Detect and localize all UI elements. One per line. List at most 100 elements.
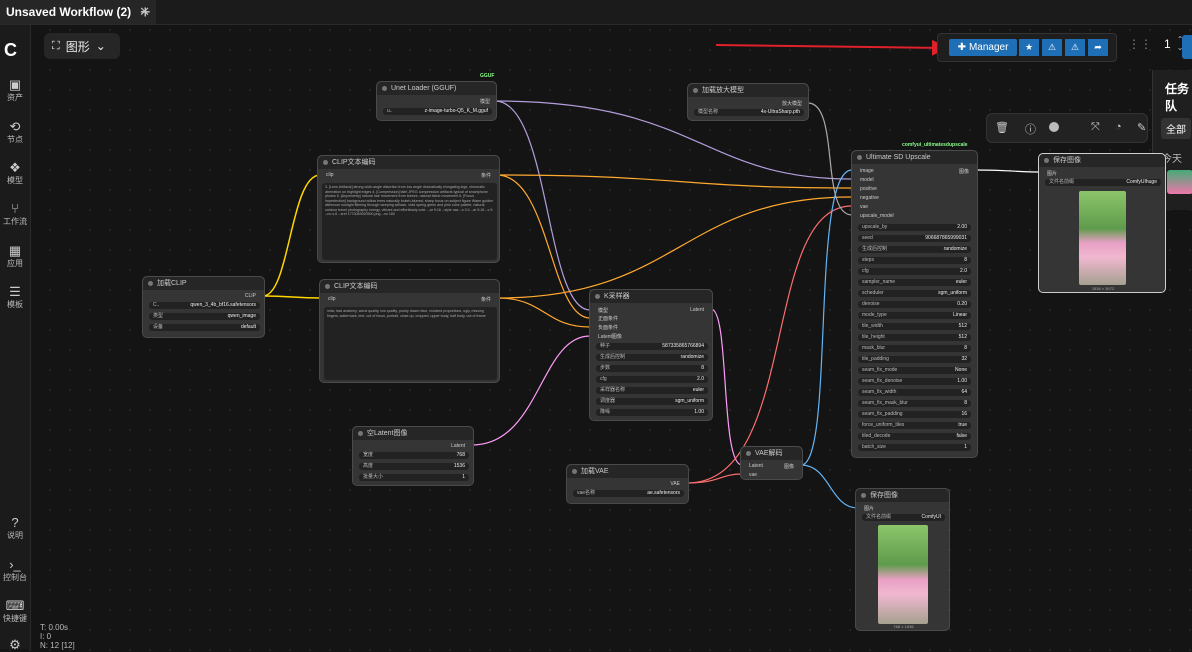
usdu-widget-seed[interactable]: seed 906687865999031 bbox=[858, 235, 971, 242]
trash-icon[interactable]: 🗑 bbox=[995, 121, 1009, 134]
node-empty-latent[interactable]: 空Latent图像 Latent 宽度 768 高度 1536 批量大小 1 bbox=[352, 426, 474, 486]
edit-icon[interactable]: ✎ bbox=[1137, 121, 1146, 134]
usdu-widget-seam-fix-padding[interactable]: seam_fix_padding 16 bbox=[858, 411, 971, 418]
usdu-widget-生成后控制[interactable]: 生成后控制 randomize bbox=[858, 246, 971, 253]
steps-widget[interactable]: 步数 8 bbox=[596, 365, 708, 372]
input-clip[interactable]: clip bbox=[326, 172, 334, 178]
upscale-model-widget[interactable]: 模型名称 4x-UltraSharp.pth bbox=[694, 109, 804, 116]
widget-value: 0.20 bbox=[957, 301, 967, 307]
output-image[interactable]: 图像 bbox=[784, 463, 794, 470]
unet-name-widget[interactable]: u.. z-image-turbo-Q5_K_M.gguf bbox=[383, 108, 492, 115]
share-button[interactable]: ➦ bbox=[1088, 39, 1108, 56]
usdu-widget-seam-fix-denoise[interactable]: seam_fix_denoise 1.00 bbox=[858, 378, 971, 385]
vae-name-widget[interactable]: vae名称 ae.safetensors bbox=[573, 490, 684, 497]
task-thumbnail[interactable] bbox=[1167, 170, 1192, 194]
output-image-preview[interactable] bbox=[878, 525, 928, 624]
input-model[interactable]: 模型 bbox=[598, 307, 608, 314]
info-icon[interactable]: ⓘ bbox=[1025, 121, 1036, 137]
fit-icon[interactable]: ⤧ bbox=[1091, 121, 1100, 134]
input-positive[interactable]: 正面条件 bbox=[598, 315, 618, 322]
input-image[interactable]: 图片 bbox=[1047, 170, 1057, 177]
height-widget[interactable]: 高度 1536 bbox=[359, 463, 469, 470]
input-positive[interactable]: positive bbox=[860, 186, 877, 192]
manager-button[interactable]: ✚ Manager bbox=[949, 39, 1017, 56]
input-latent[interactable]: Latent图像 bbox=[598, 333, 622, 340]
usdu-widget-mode-type[interactable]: mode_type Linear bbox=[858, 312, 971, 319]
usdu-widget-denoise[interactable]: denoise 0.20 bbox=[858, 301, 971, 308]
output-image[interactable]: 图像 bbox=[959, 168, 969, 175]
usdu-widget-tile-padding[interactable]: tile_padding 32 bbox=[858, 356, 971, 363]
usdu-widget-seam-fix-mask-blur[interactable]: seam_fix_mask_blur 8 bbox=[858, 400, 971, 407]
input-vae[interactable]: vae bbox=[860, 204, 868, 210]
node-save-image-upscaled[interactable]: 保存图像 图片 文件名前缀 ComfyUIhuge 1536 × 3072 bbox=[1038, 153, 1166, 293]
usdu-widget-seam-fix-mode[interactable]: seam_fix_mode None bbox=[858, 367, 971, 374]
share-icon: ➦ bbox=[1094, 42, 1102, 52]
input-model[interactable]: model bbox=[860, 177, 874, 183]
node-title: CLIP文本编码 bbox=[318, 156, 499, 169]
usdu-widget-upscale-by[interactable]: upscale_by 2.00 bbox=[858, 224, 971, 231]
usdu-widget-tile-width[interactable]: tile_width 512 bbox=[858, 323, 971, 330]
usdu-widget-scheduler[interactable]: scheduler sgm_uniform bbox=[858, 290, 971, 297]
output-clip[interactable]: CLIP bbox=[245, 293, 256, 299]
denoise-widget[interactable]: 降噪 1.00 bbox=[596, 409, 708, 416]
clip-name-widget[interactable]: C.. qwen_3_4b_bf16.safetensors bbox=[149, 302, 260, 309]
control-widget[interactable]: 生成后控制 randomize bbox=[596, 354, 708, 361]
output-conditioning[interactable]: 条件 bbox=[481, 296, 491, 303]
warning-button[interactable]: ⚠ bbox=[1042, 39, 1062, 56]
clip-type-widget[interactable]: 类型 qwen_image bbox=[149, 313, 260, 320]
input-clip[interactable]: clip bbox=[328, 296, 336, 302]
usdu-widget-mask-blur[interactable]: mask_blur 8 bbox=[858, 345, 971, 352]
width-widget[interactable]: 宽度 768 bbox=[359, 452, 469, 459]
node-clip-loader[interactable]: 加载CLIP CLIP C.. qwen_3_4b_bf16.safetensor… bbox=[142, 276, 265, 338]
node-unet-loader[interactable]: Unet Loader (GGUF) 模型 u.. z-image-turbo-Q… bbox=[376, 81, 497, 121]
alert-button[interactable]: ⚠ bbox=[1065, 39, 1085, 56]
usdu-widget-force-uniform-tiles[interactable]: force_uniform_tiles true bbox=[858, 422, 971, 429]
input-latent[interactable]: Latent bbox=[749, 463, 763, 469]
node-vae-decode[interactable]: VAE解码 Latent vae 图像 bbox=[740, 446, 803, 480]
node-vae-loader[interactable]: 加载VAE VAE vae名称 ae.safetensors bbox=[566, 464, 689, 504]
scheduler-widget[interactable]: 调度器 sgm_uniform bbox=[596, 398, 708, 405]
task-tab-all[interactable]: 全部 bbox=[1161, 118, 1191, 139]
node-save-image[interactable]: 保存图像 图片 文件名前缀 ComfyUI 768 × 1536 bbox=[855, 488, 950, 631]
input-image[interactable]: image bbox=[860, 168, 874, 174]
seed-widget[interactable]: 种子 587335865766894 bbox=[596, 343, 708, 350]
star-button[interactable]: ★ bbox=[1019, 39, 1039, 56]
usdu-widget-batch-size[interactable]: batch_size 1 bbox=[858, 444, 971, 451]
usdu-widget-cfg[interactable]: cfg 2.0 bbox=[858, 268, 971, 275]
input-vae[interactable]: vae bbox=[749, 472, 757, 478]
clip-device-widget[interactable]: 设备 default bbox=[149, 324, 260, 331]
cfg-widget[interactable]: cfg 2.0 bbox=[596, 376, 708, 383]
output-latent[interactable]: Latent bbox=[451, 443, 465, 449]
filename-prefix-widget[interactable]: 文件名前缀 ComfyUI bbox=[862, 514, 945, 521]
node-upscale-model-loader[interactable]: 加载放大模型 放大模型 模型名称 4x-UltraSharp.pth bbox=[687, 83, 809, 121]
color-icon[interactable] bbox=[1049, 122, 1059, 132]
input-upscale-model[interactable]: upscale_model bbox=[860, 213, 894, 219]
drag-handle-icon[interactable]: ⋮⋮ bbox=[1128, 37, 1152, 51]
sampler-widget[interactable]: 采样器名称 euler bbox=[596, 387, 708, 394]
mask-icon[interactable]: ◔ bbox=[1115, 121, 1122, 133]
output-model[interactable]: 模型 bbox=[480, 98, 490, 105]
output-upscale-model[interactable]: 放大模型 bbox=[782, 100, 802, 107]
run-button[interactable] bbox=[1182, 35, 1192, 59]
filename-prefix-widget[interactable]: 文件名前缀 ComfyUIhuge bbox=[1045, 179, 1161, 186]
usdu-widget-seam-fix-width[interactable]: seam_fix_width 64 bbox=[858, 389, 971, 396]
node-clip-text-encode-positive[interactable]: CLIP文本编码 clip 条件 3. [Lens Artifacts] str… bbox=[317, 155, 500, 263]
input-negative[interactable]: 负面条件 bbox=[598, 324, 618, 331]
input-negative[interactable]: negative bbox=[860, 195, 879, 201]
node-ksampler[interactable]: K采样器 模型 正面条件 负面条件 Latent图像 Latent 种子 5873… bbox=[589, 289, 713, 421]
prompt-textarea[interactable]: 3. [Lens Artifacts] strong wide-angle di… bbox=[322, 183, 497, 260]
output-latent[interactable]: Latent bbox=[690, 307, 704, 313]
output-vae[interactable]: VAE bbox=[670, 481, 680, 487]
usdu-widget-sampler-name[interactable]: sampler_name euler bbox=[858, 279, 971, 286]
queue-count[interactable]: 1 bbox=[1164, 37, 1171, 51]
input-image[interactable]: 图片 bbox=[864, 505, 874, 512]
batch-widget[interactable]: 批量大小 1 bbox=[359, 474, 469, 481]
prompt-textarea[interactable]: nsfw, bad anatomy, worst quality, low qu… bbox=[324, 307, 497, 380]
usdu-widget-tiled-decode[interactable]: tiled_decode false bbox=[858, 433, 971, 440]
node-clip-text-encode-negative[interactable]: CLIP文本编码 clip 条件 nsfw, bad anatomy, wors… bbox=[319, 279, 500, 383]
output-conditioning[interactable]: 条件 bbox=[481, 172, 491, 179]
output-image-preview[interactable] bbox=[1079, 191, 1126, 285]
node-ultimate-sd-upscale[interactable]: Ultimate SD Upscale image model positive… bbox=[851, 150, 978, 458]
usdu-widget-steps[interactable]: steps 8 bbox=[858, 257, 971, 264]
usdu-widget-tile-height[interactable]: tile_height 512 bbox=[858, 334, 971, 341]
